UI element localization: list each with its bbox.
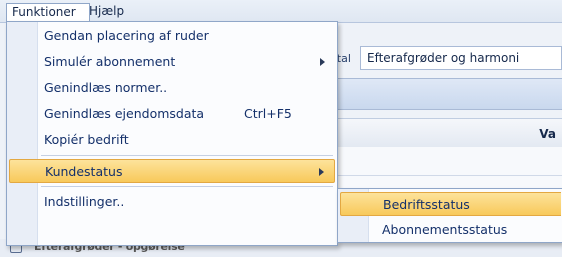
submenu-item-label: Bedriftsstatus bbox=[383, 197, 470, 212]
menu-item-label: Gendan placering af ruder bbox=[44, 28, 209, 43]
menu-item-gendan-placering[interactable]: Gendan placering af ruder bbox=[9, 24, 335, 48]
menu-item-genindlaes-ejendomsdata[interactable]: Genindlæs ejendomsdata Ctrl+F5 bbox=[9, 102, 335, 126]
submenu-item-label: Abonnementsstatus bbox=[382, 222, 508, 237]
menu-item-kopier-bedrift[interactable]: Kopiér bedrift bbox=[9, 128, 335, 152]
menu-separator bbox=[41, 186, 333, 187]
menu-item-kundestatus[interactable]: Kundestatus bbox=[9, 159, 335, 183]
menu-item-simuler-abonnement[interactable]: Simulér abonnement bbox=[9, 50, 335, 74]
submenu-item-abonnementsstatus[interactable]: Abonnementsstatus bbox=[340, 218, 561, 242]
submenu-arrow-icon bbox=[320, 58, 325, 66]
menu-item-label: Indstillinger.. bbox=[44, 194, 125, 209]
menu-item-label: Genindlæs normer.. bbox=[44, 80, 168, 95]
grid-row[interactable] bbox=[330, 147, 562, 176]
menu-item-indstillinger[interactable]: Indstillinger.. bbox=[9, 190, 335, 214]
menu-hjaelp[interactable]: Hjælp bbox=[84, 3, 129, 20]
menu-item-label: Kopiér bedrift bbox=[44, 132, 129, 147]
grid-header: Va bbox=[330, 118, 562, 148]
submenu-arrow-icon bbox=[319, 168, 324, 176]
kundestatus-submenu: Bedriftsstatus Abonnementsstatus bbox=[337, 188, 562, 243]
menu-separator bbox=[41, 155, 333, 156]
submenu-item-bedriftsstatus[interactable]: Bedriftsstatus bbox=[340, 192, 561, 216]
menu-item-label: Kundestatus bbox=[45, 164, 123, 179]
menu-item-label: Simulér abonnement bbox=[44, 54, 176, 69]
menu-item-genindlaes-normer[interactable]: Genindlæs normer.. bbox=[9, 76, 335, 100]
menu-item-label: Genindlæs ejendomsdata bbox=[44, 106, 205, 121]
funktioner-dropdown: Gendan placering af ruder Simulér abonne… bbox=[6, 21, 338, 246]
menu-item-shortcut: Ctrl+F5 bbox=[244, 106, 292, 121]
toolbar-strip bbox=[330, 78, 562, 110]
menu-funktioner[interactable]: Funktioner bbox=[6, 3, 90, 21]
column-header-value[interactable]: Va bbox=[539, 127, 556, 141]
menu-bar: Funktioner Hjælp bbox=[0, 0, 562, 23]
field-dropdown[interactable]: Efterafgrøder og harmoni bbox=[360, 46, 562, 70]
